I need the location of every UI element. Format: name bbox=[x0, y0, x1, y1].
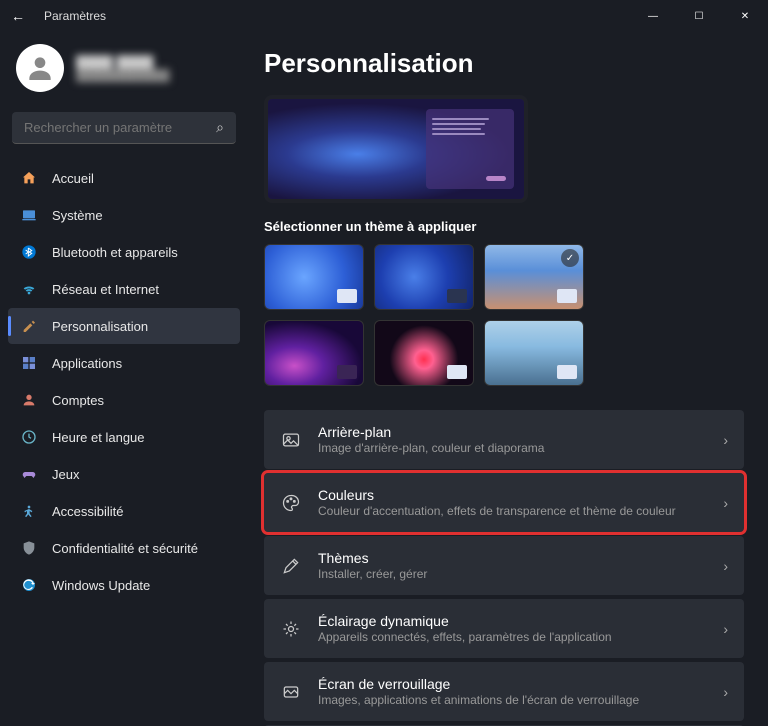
sidebar-item-label: Jeux bbox=[52, 467, 79, 482]
systeme-icon bbox=[20, 206, 38, 224]
setting-couleurs[interactable]: CouleursCouleur d'accentuation, effets d… bbox=[264, 473, 744, 532]
accessibilite-icon bbox=[20, 502, 38, 520]
setting-title: Arrière-plan bbox=[318, 424, 707, 440]
profile[interactable]: ████ ████ ████████████ bbox=[8, 40, 240, 108]
jeux-icon bbox=[20, 465, 38, 483]
heure-icon bbox=[20, 428, 38, 446]
sidebar-item-label: Accueil bbox=[52, 171, 94, 186]
sidebar-item-label: Bluetooth et appareils bbox=[52, 245, 178, 260]
chevron-right-icon: › bbox=[723, 684, 728, 700]
theme-5[interactable] bbox=[374, 320, 474, 386]
theme-section-label: Sélectionner un thème à appliquer bbox=[264, 219, 744, 234]
sidebar-item-label: Accessibilité bbox=[52, 504, 124, 519]
search-icon: ⌕ bbox=[216, 119, 224, 136]
chevron-right-icon: › bbox=[723, 621, 728, 637]
setting-title: Thèmes bbox=[318, 550, 707, 566]
setting-arriere-plan[interactable]: Arrière-planImage d'arrière-plan, couleu… bbox=[264, 410, 744, 469]
page-title: Personnalisation bbox=[264, 48, 744, 79]
sidebar-item-accessibilite[interactable]: Accessibilité bbox=[8, 493, 240, 529]
sidebar-item-heure[interactable]: Heure et langue bbox=[8, 419, 240, 455]
sidebar-item-update[interactable]: Windows Update bbox=[8, 567, 240, 603]
window-title: Paramètres bbox=[44, 9, 106, 23]
sidebar-item-jeux[interactable]: Jeux bbox=[8, 456, 240, 492]
chevron-right-icon: › bbox=[723, 495, 728, 511]
setting-desc: Images, applications et animations de l'… bbox=[318, 693, 707, 707]
sidebar-item-label: Windows Update bbox=[52, 578, 150, 593]
maximize-button[interactable]: ☐ bbox=[676, 0, 722, 32]
sidebar-item-personnalisation[interactable]: Personnalisation bbox=[8, 308, 240, 344]
theme-2[interactable] bbox=[374, 244, 474, 310]
confidentialite-icon bbox=[20, 539, 38, 557]
theme-1[interactable] bbox=[264, 244, 364, 310]
setting-title: Couleurs bbox=[318, 487, 707, 503]
sidebar-item-label: Applications bbox=[52, 356, 122, 371]
verrouillage-icon bbox=[280, 682, 302, 702]
comptes-icon bbox=[20, 391, 38, 409]
chevron-right-icon: › bbox=[723, 432, 728, 448]
sidebar-item-label: Personnalisation bbox=[52, 319, 148, 334]
close-button[interactable]: ✕ bbox=[722, 0, 768, 32]
search-input[interactable] bbox=[24, 120, 216, 135]
reseau-icon bbox=[20, 280, 38, 298]
sidebar-item-systeme[interactable]: Système bbox=[8, 197, 240, 233]
setting-title: Éclairage dynamique bbox=[318, 613, 707, 629]
minimize-button[interactable]: — bbox=[630, 0, 676, 32]
sidebar-item-bluetooth[interactable]: Bluetooth et appareils bbox=[8, 234, 240, 270]
setting-title: Écran de verrouillage bbox=[318, 676, 707, 692]
setting-eclairage[interactable]: Éclairage dynamiqueAppareils connectés, … bbox=[264, 599, 744, 658]
desktop-preview bbox=[264, 95, 528, 203]
update-icon bbox=[20, 576, 38, 594]
arriere-plan-icon bbox=[280, 430, 302, 450]
theme-4[interactable] bbox=[264, 320, 364, 386]
theme-6[interactable] bbox=[484, 320, 584, 386]
profile-name: ████ ████ bbox=[76, 55, 170, 70]
setting-desc: Appareils connectés, effets, paramètres … bbox=[318, 630, 707, 644]
sidebar-item-label: Système bbox=[52, 208, 103, 223]
setting-desc: Couleur d'accentuation, effets de transp… bbox=[318, 504, 707, 518]
sidebar-item-label: Comptes bbox=[52, 393, 104, 408]
sidebar-item-accueil[interactable]: Accueil bbox=[8, 160, 240, 196]
theme-3[interactable]: ✓ bbox=[484, 244, 584, 310]
sidebar-item-reseau[interactable]: Réseau et Internet bbox=[8, 271, 240, 307]
back-button[interactable]: ← bbox=[8, 6, 28, 26]
chevron-right-icon: › bbox=[723, 558, 728, 574]
sidebar-item-comptes[interactable]: Comptes bbox=[8, 382, 240, 418]
search-box[interactable]: ⌕ bbox=[12, 112, 236, 144]
sidebar-item-label: Heure et langue bbox=[52, 430, 145, 445]
personnalisation-icon bbox=[20, 317, 38, 335]
sidebar-item-label: Confidentialité et sécurité bbox=[52, 541, 198, 556]
eclairage-icon bbox=[280, 619, 302, 639]
accueil-icon bbox=[20, 169, 38, 187]
profile-email: ████████████ bbox=[76, 70, 170, 82]
setting-desc: Image d'arrière-plan, couleur et diapora… bbox=[318, 441, 707, 455]
sidebar-item-applications[interactable]: Applications bbox=[8, 345, 240, 381]
setting-desc: Installer, créer, gérer bbox=[318, 567, 707, 581]
setting-themes[interactable]: ThèmesInstaller, créer, gérer › bbox=[264, 536, 744, 595]
bluetooth-icon bbox=[20, 243, 38, 261]
theme-selected-icon: ✓ bbox=[561, 249, 579, 267]
avatar-icon bbox=[16, 44, 64, 92]
themes-icon bbox=[280, 556, 302, 576]
applications-icon bbox=[20, 354, 38, 372]
sidebar-item-confidentialite[interactable]: Confidentialité et sécurité bbox=[8, 530, 240, 566]
setting-verrouillage[interactable]: Écran de verrouillageImages, application… bbox=[264, 662, 744, 721]
sidebar-item-label: Réseau et Internet bbox=[52, 282, 159, 297]
couleurs-icon bbox=[280, 493, 302, 513]
